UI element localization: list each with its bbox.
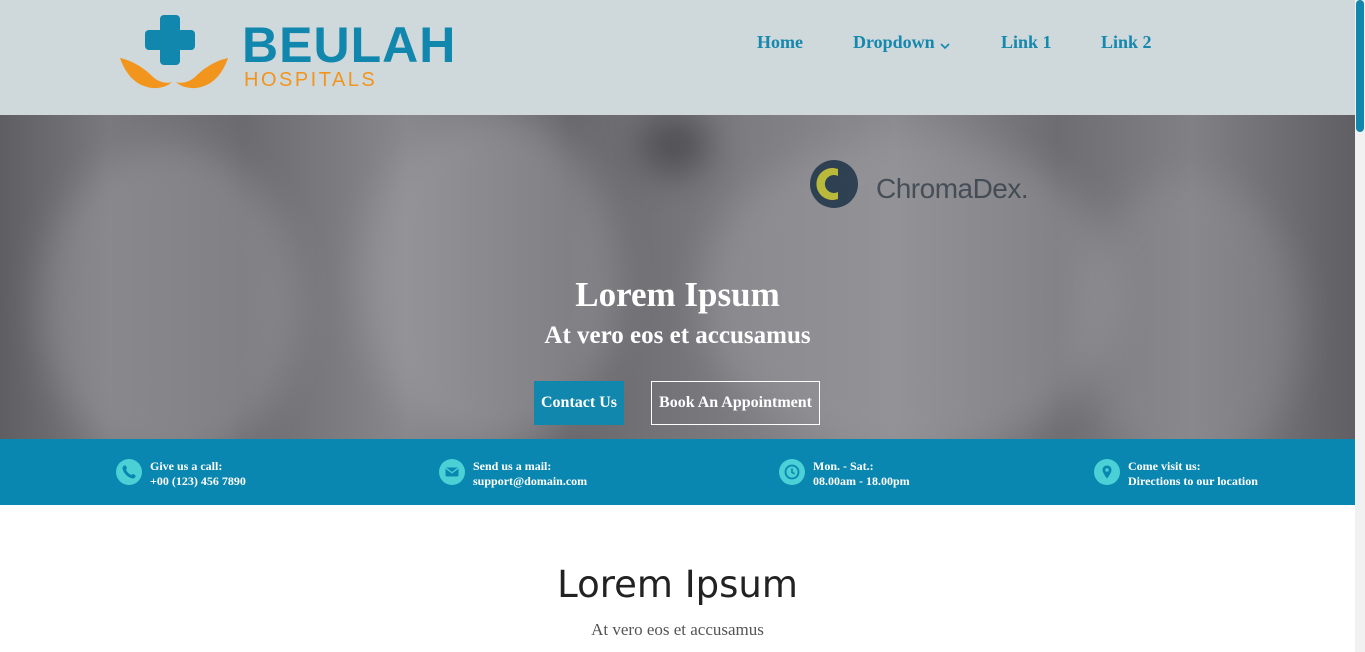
nav-dropdown-label: Dropdown (853, 32, 935, 52)
scrollbar-thumb[interactable] (1356, 0, 1364, 132)
nav-home-link[interactable]: Home (757, 30, 803, 54)
book-appointment-button[interactable]: Book An Appointment (651, 381, 820, 425)
hero-subtitle: At vero eos et accusamus (544, 322, 811, 349)
nav-link-1-label: Link 1 (1001, 32, 1052, 52)
nav-dropdown-toggle[interactable]: Dropdown (853, 30, 950, 56)
nav-link-1[interactable]: Link 1 (1001, 30, 1052, 54)
info-call-label: Give us a call: (150, 459, 223, 473)
nav-link-2-label: Link 2 (1101, 32, 1152, 52)
nav-home-label: Home (757, 32, 803, 52)
phone-icon (116, 459, 142, 485)
site-header: BEULAH HOSPITALS Home Dropdown Link 1 Li… (0, 0, 1355, 115)
info-mail-value: support@domain.com (473, 474, 588, 488)
hero-title: Lorem Ipsum (575, 275, 780, 314)
background-brand-text: ChromaDex. (876, 173, 1029, 204)
mail-icon (439, 459, 465, 485)
brand-subtitle: HOSPITALS (244, 69, 378, 91)
main-nav: Home Dropdown Link 1 Link 2 (0, 30, 1355, 56)
section-title: Lorem Ipsum (557, 563, 798, 606)
hero-background-shape (640, 115, 710, 175)
chevron-down-icon (940, 32, 950, 56)
hero-banner: ChromaDex. Lorem Ipsum At vero eos et ac… (0, 115, 1355, 439)
info-hours-value: 08.00am - 18.00pm (813, 474, 910, 488)
chromadex-logo-icon (810, 160, 858, 208)
page-scrollbar[interactable] (1355, 0, 1365, 652)
info-call-value: +00 (123) 456 7890 (150, 474, 246, 488)
info-location-value: Directions to our location (1128, 474, 1258, 488)
nav-link-2[interactable]: Link 2 (1101, 30, 1152, 54)
info-location-label: Come visit us: (1128, 459, 1201, 473)
info-mail-label: Send us a mail: (473, 459, 552, 473)
location-pin-icon (1094, 459, 1120, 485)
contact-us-button[interactable]: Contact Us (534, 381, 624, 425)
clock-icon (779, 459, 805, 485)
info-hours-label: Mon. - Sat.: (813, 459, 874, 473)
contact-info-bar: Give us a call: +00 (123) 456 7890 Send … (0, 439, 1355, 505)
section-subtitle: At vero eos et accusamus (591, 620, 764, 639)
